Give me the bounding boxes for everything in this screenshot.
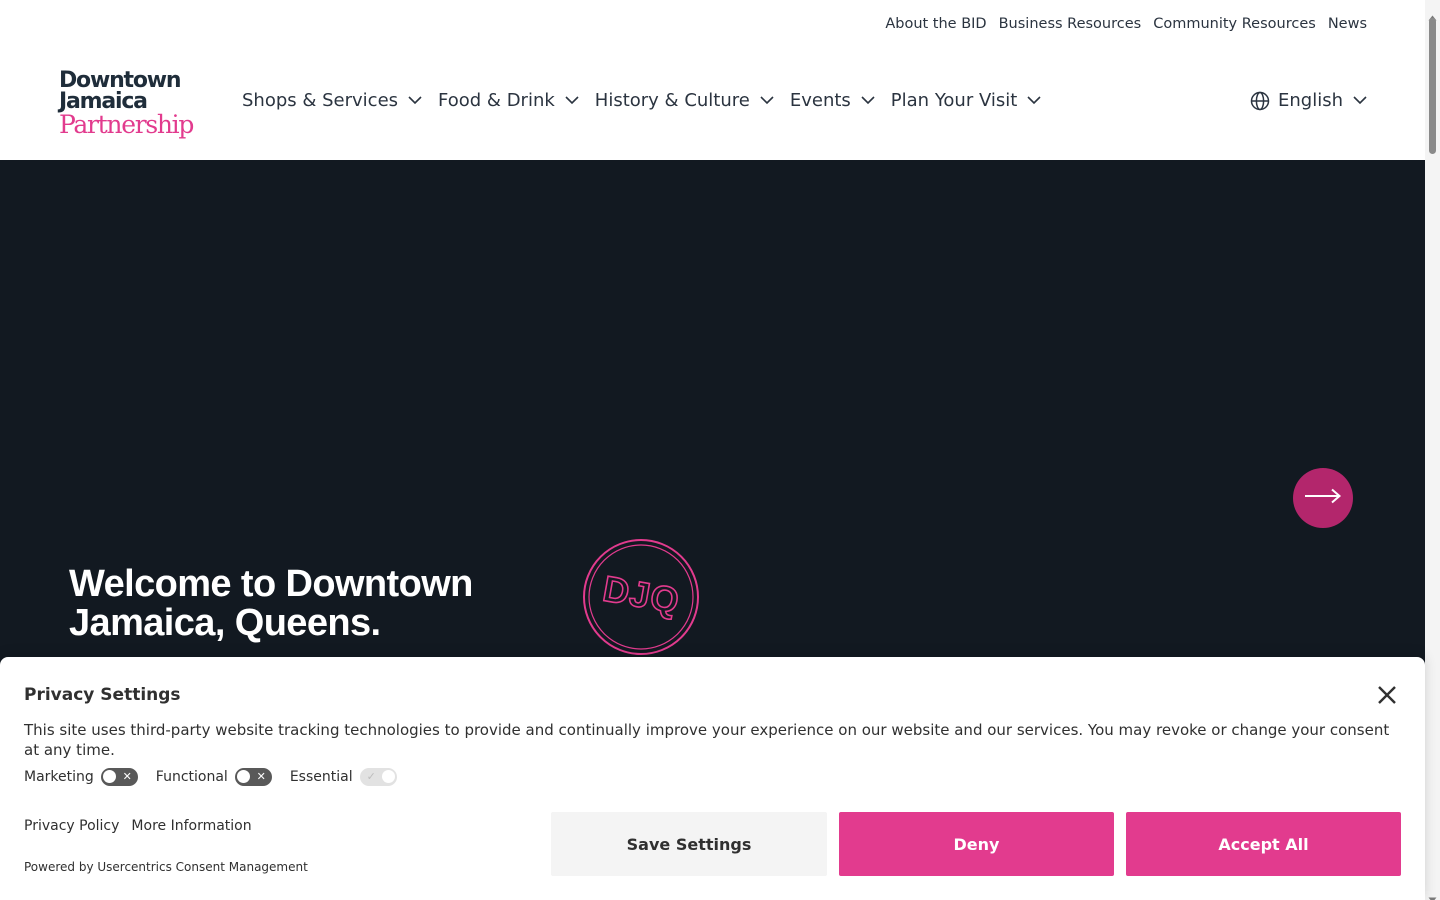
- utility-link-news[interactable]: News: [1328, 16, 1367, 32]
- more-information-link[interactable]: More Information: [131, 818, 251, 834]
- utility-link-business-resources[interactable]: Business Resources: [999, 16, 1142, 32]
- chevron-down-icon: [1027, 96, 1041, 105]
- language-label: English: [1278, 90, 1343, 111]
- nav-item-history-culture[interactable]: History & Culture: [595, 90, 774, 111]
- scroll-down-arrow-icon[interactable]: [1428, 888, 1437, 900]
- x-icon: ✕: [256, 770, 266, 783]
- djq-badge-icon: DJQ: [581, 537, 701, 657]
- main-nav: Shops & Services Food & Drink History & …: [242, 90, 1057, 111]
- logo-line-1: Downtown: [59, 68, 182, 93]
- consent-description: This site uses third-party website track…: [24, 721, 1390, 759]
- logo-line-3: Partnership: [59, 110, 194, 139]
- nav-item-events[interactable]: Events: [790, 90, 875, 111]
- toggle-knob: [236, 770, 250, 783]
- utility-link-about[interactable]: About the BID: [885, 16, 986, 32]
- toggle-knob: [102, 770, 116, 783]
- powered-by-text: Powered by Usercentrics Consent Manageme…: [24, 860, 308, 874]
- nav-item-label: Events: [789, 90, 851, 111]
- hero-next-button[interactable]: [1293, 468, 1353, 528]
- language-selector[interactable]: English: [1250, 90, 1367, 111]
- nav-item-shops-services[interactable]: Shops & Services: [242, 90, 422, 111]
- nav-item-food-drink[interactable]: Food & Drink: [438, 90, 579, 111]
- chevron-down-icon: [760, 96, 774, 105]
- privacy-consent-banner: Privacy Settings This site uses third-pa…: [0, 657, 1425, 900]
- toggle-group-marketing: Marketing ✕: [24, 768, 138, 786]
- utility-nav: About the BID Business Resources Communi…: [885, 16, 1367, 32]
- x-icon: ✕: [122, 770, 132, 783]
- chevron-down-icon: [861, 96, 875, 105]
- globe-icon: [1250, 91, 1270, 111]
- site-logo[interactable]: Downtown Jamaica Partnership: [59, 70, 219, 140]
- marketing-toggle[interactable]: ✕: [100, 768, 138, 786]
- nav-item-label: Shops & Services: [242, 90, 399, 111]
- djq-badge-text: DJQ: [600, 568, 683, 622]
- functional-toggle[interactable]: ✕: [234, 768, 272, 786]
- toggle-label: Functional: [155, 769, 228, 785]
- consent-toggles: Marketing ✕ Functional ✕ Essential ✓: [24, 768, 415, 786]
- essential-toggle: ✓: [359, 768, 397, 786]
- utility-link-community-resources[interactable]: Community Resources: [1153, 16, 1316, 32]
- privacy-policy-link[interactable]: Privacy Policy: [24, 818, 119, 834]
- toggle-label: Marketing: [24, 769, 94, 785]
- consent-title: Privacy Settings: [24, 685, 181, 705]
- site-header: About the BID Business Resources Communi…: [0, 0, 1425, 160]
- toggle-knob: [381, 770, 395, 783]
- deny-button[interactable]: Deny: [839, 812, 1114, 876]
- chevron-down-icon: [565, 96, 579, 105]
- chevron-down-icon: [408, 96, 422, 105]
- page-scrollbar[interactable]: [1425, 0, 1440, 900]
- toggle-label: Essential: [289, 769, 353, 785]
- scrollbar-thumb[interactable]: [1429, 18, 1436, 154]
- scroll-up-arrow-icon[interactable]: [1428, 6, 1437, 21]
- toggle-group-essential: Essential ✓: [290, 768, 397, 786]
- logo-line-2: Jamaica: [59, 89, 148, 114]
- save-settings-button[interactable]: Save Settings: [551, 812, 827, 876]
- consent-links: Privacy Policy More Information: [24, 818, 252, 834]
- hero-title: Welcome to Downtown Jamaica, Queens.: [69, 563, 473, 644]
- nav-item-label: History & Culture: [594, 90, 750, 111]
- close-icon[interactable]: [1376, 684, 1398, 706]
- nav-item-label: Plan Your Visit: [890, 90, 1018, 111]
- toggle-group-functional: Functional ✕: [156, 768, 272, 786]
- check-icon: ✓: [366, 770, 376, 783]
- chevron-down-icon: [1353, 96, 1367, 105]
- accept-all-button[interactable]: Accept All: [1126, 812, 1401, 876]
- nav-item-label: Food & Drink: [438, 90, 555, 111]
- arrow-right-icon: [1304, 488, 1342, 508]
- nav-item-plan-your-visit[interactable]: Plan Your Visit: [891, 90, 1042, 111]
